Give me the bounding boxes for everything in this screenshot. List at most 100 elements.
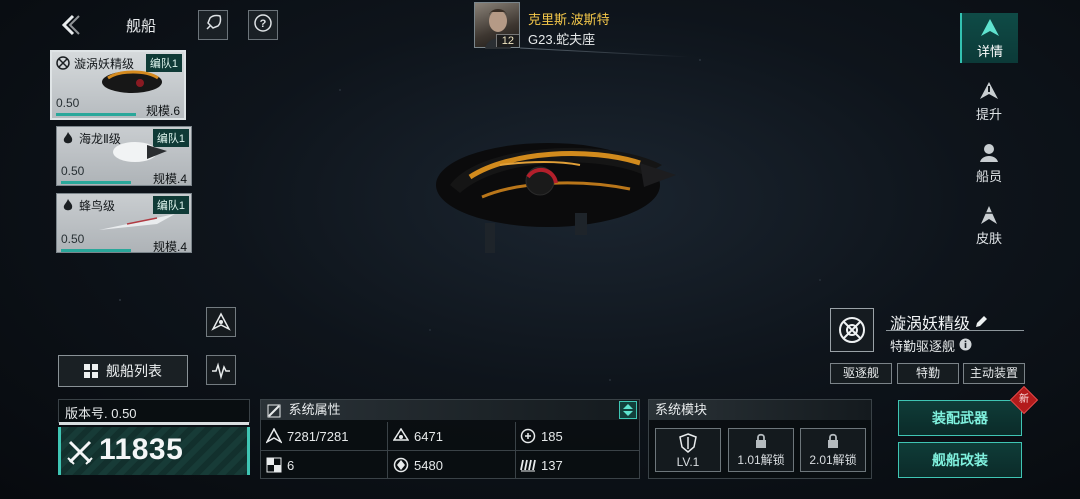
formation-icon: [211, 312, 231, 331]
ship-card-hummingbird[interactable]: 蜂鸟级 编队1 0.50 规模.4: [56, 193, 192, 253]
progress-bar: [56, 113, 136, 116]
back-chevron-icon[interactable]: [58, 12, 84, 38]
divider: [520, 47, 690, 58]
tab-upgrade[interactable]: 提升: [960, 80, 1018, 124]
tab-label: 提升: [975, 107, 1002, 122]
stat-speed: 137: [520, 457, 563, 473]
stats-wave-button[interactable]: [206, 355, 236, 385]
module-label: 1.01解锁: [737, 453, 785, 467]
lock-icon: [756, 433, 766, 448]
tab-label: 船员: [975, 169, 1002, 184]
version-panel: 版本号. 0.50: [58, 399, 250, 425]
ship-list-button[interactable]: 舰船列表: [58, 355, 188, 387]
equip-weapons-button[interactable]: 装配武器: [898, 400, 1022, 436]
tab-crew[interactable]: 船员: [960, 142, 1018, 186]
crew-icon: [980, 144, 998, 162]
stat-grid: 6: [266, 457, 294, 473]
ship-card-vortex[interactable]: 漩涡妖精级 编队1 0.50 规模.6: [50, 50, 186, 120]
grid-icon: [84, 364, 98, 378]
help-button[interactable]: ?: [248, 10, 278, 40]
module-slot-2[interactable]: 1.01解锁: [728, 428, 794, 472]
ship-thumbnail: [113, 142, 167, 162]
ship-thumbnail: [99, 214, 175, 230]
combat-power-value: 11835: [99, 433, 184, 466]
crosshair-icon: [839, 317, 865, 343]
ship-type: 特勤驱逐舰: [890, 336, 972, 355]
commander-avatar[interactable]: 12: [474, 2, 520, 49]
stat-value: 5480: [414, 457, 443, 473]
stat-hull: 7281/7281: [266, 428, 348, 444]
hull-icon: [266, 428, 282, 444]
commander-level: 12: [495, 34, 519, 47]
stat-shield: 185: [520, 428, 563, 444]
stat-armor: 6471: [393, 428, 443, 444]
detail-ship-icon: [981, 19, 999, 36]
tab-label: 详情: [976, 44, 1003, 59]
new-badge-text: 新: [1019, 394, 1029, 405]
crossed-swords-icon: [67, 440, 93, 465]
stat-value: 7281/7281: [287, 428, 349, 444]
tab-details[interactable]: 详情: [960, 13, 1018, 63]
ship-type-text: 特勤驱逐舰: [890, 339, 956, 354]
page-title: 舰船: [126, 18, 157, 35]
wave-icon: [212, 362, 230, 380]
tab-label: 皮肤: [975, 231, 1002, 246]
commander-name: 克里斯.波斯特: [528, 12, 610, 27]
checker-icon: [266, 457, 282, 473]
flame-icon: [61, 198, 75, 212]
tag-active-device[interactable]: 主动装置: [963, 363, 1025, 384]
ship-card-scale: 规模.6: [145, 104, 180, 118]
module-slot-3[interactable]: 2.01解锁: [800, 428, 866, 472]
ship-class-badge: [830, 308, 874, 352]
system-attributes-title: 系统属性: [288, 402, 341, 417]
tag-special[interactable]: 特勤: [897, 363, 959, 384]
svg-text:?: ?: [260, 18, 267, 30]
progress-bar: [61, 249, 131, 252]
commander-location: G23.蛇夫座: [528, 32, 596, 47]
stat-value: 6471: [414, 428, 443, 444]
module-label: LV.1: [676, 455, 700, 469]
skin-icon: [981, 206, 997, 224]
help-icon: ?: [253, 13, 273, 38]
ship-card-sea-dragon[interactable]: 海龙Ⅱ级 编队1 0.50 规模.4: [56, 126, 192, 186]
rocket-icon: [204, 14, 222, 37]
divider: [59, 422, 249, 425]
divider: [886, 330, 1024, 331]
shield-module-icon: [679, 433, 697, 453]
lock-icon: [828, 433, 838, 448]
shield-icon: [520, 428, 536, 444]
ship-list-label: 舰船列表: [106, 363, 162, 379]
progress-bar: [61, 181, 131, 184]
ship-thumbnail: [102, 70, 162, 93]
ship-card-version: 0.50: [61, 232, 85, 246]
stat-value: 185: [541, 428, 563, 444]
info-icon[interactable]: [959, 338, 972, 354]
rocket-button[interactable]: [198, 10, 228, 40]
version-label: 版本号. 0.50: [65, 406, 137, 421]
module-label: 2.01解锁: [809, 453, 857, 467]
upgrade-icon: [980, 82, 998, 99]
formation-button[interactable]: [206, 307, 236, 337]
tab-skin[interactable]: 皮肤: [960, 204, 1018, 248]
combat-power: 11835: [58, 427, 250, 475]
crosshair-icon: [56, 56, 70, 70]
ship-card-scale: 规模.4: [152, 172, 187, 186]
module-slot-1[interactable]: LV.1: [655, 428, 721, 472]
system-modules-header: 系统模块: [649, 400, 871, 420]
ship-card-version: 0.50: [61, 164, 85, 178]
stat-value: 6: [287, 457, 295, 473]
stat-energy: 5480: [393, 457, 443, 473]
stat-value: 137: [541, 457, 563, 473]
expand-toggle-button[interactable]: [619, 401, 637, 419]
up-down-arrow-icon: [623, 404, 633, 416]
speed-icon: [520, 457, 536, 473]
armor-icon: [393, 428, 409, 444]
modify-ship-button[interactable]: 舰船改装: [898, 442, 1022, 478]
tag-destroyer[interactable]: 驱逐舰: [830, 363, 892, 384]
ship-3d-model: [436, 143, 676, 253]
ship-card-version: 0.50: [56, 96, 80, 110]
energy-icon: [393, 457, 409, 473]
ship-card-scale: 规模.4: [152, 240, 187, 253]
attributes-icon: [267, 404, 281, 418]
system-attributes-header: 系统属性: [261, 400, 639, 420]
